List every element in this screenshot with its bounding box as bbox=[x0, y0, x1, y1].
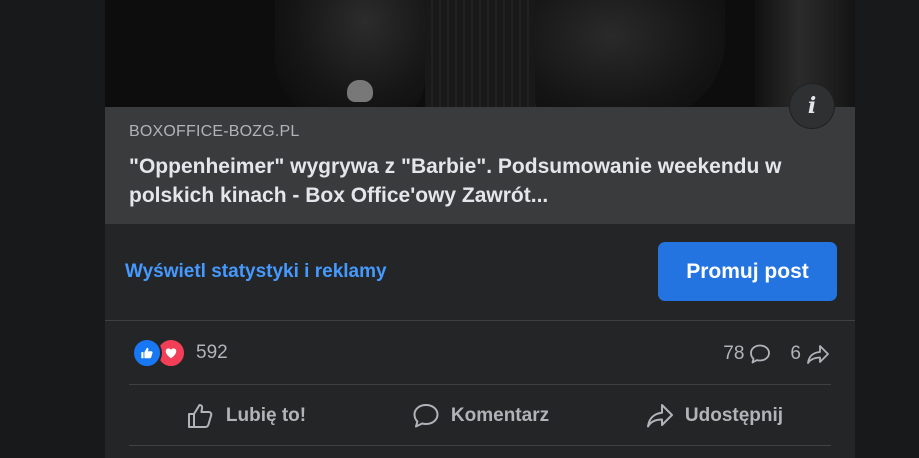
image-vest bbox=[425, 0, 545, 107]
image-hand bbox=[347, 80, 373, 102]
insights-row: Wyświetl statystyki i reklamy Promuj pos… bbox=[105, 224, 855, 320]
post-actions: Lubię to! Komentarz Udostępnij bbox=[129, 390, 831, 442]
comment-icon bbox=[413, 404, 439, 428]
comment-count-icon bbox=[748, 343, 772, 365]
promote-post-button[interactable]: Promuj post bbox=[658, 242, 837, 301]
share-label: Udostępnij bbox=[684, 405, 784, 426]
post-card: BOXOFFICE-BOZG.PL "Oppenheimer" wygrywa … bbox=[105, 0, 855, 458]
share-count-icon bbox=[805, 343, 831, 365]
divider bbox=[105, 320, 855, 321]
comment-label: Komentarz bbox=[450, 405, 550, 426]
post-image[interactable] bbox=[105, 0, 855, 107]
thumbs-up-icon bbox=[187, 404, 213, 428]
divider bbox=[129, 384, 831, 385]
link-headline[interactable]: "Oppenheimer" wygrywa z "Barbie". Podsum… bbox=[129, 152, 789, 210]
share-count[interactable]: 6 bbox=[790, 343, 801, 365]
comment-count[interactable]: 78 bbox=[723, 343, 744, 365]
share-icon bbox=[646, 404, 673, 428]
view-insights-link[interactable]: Wyświetl statystyki i reklamy bbox=[125, 261, 387, 283]
divider bbox=[129, 445, 831, 446]
reactions-summary[interactable]: 592 bbox=[132, 338, 228, 368]
like-button[interactable]: Lubię to! bbox=[129, 390, 363, 442]
like-icon bbox=[132, 338, 162, 368]
link-domain: BOXOFFICE-BOZG.PL bbox=[129, 123, 300, 140]
reaction-count: 592 bbox=[196, 342, 228, 363]
link-preview[interactable]: BOXOFFICE-BOZG.PL "Oppenheimer" wygrywa … bbox=[105, 107, 855, 224]
image-figure-center bbox=[535, 0, 725, 107]
engagement-counts: 78 6 bbox=[723, 340, 831, 368]
comment-button[interactable]: Komentarz bbox=[363, 390, 597, 442]
like-label: Lubię to! bbox=[225, 405, 307, 426]
share-button[interactable]: Udostępnij bbox=[597, 390, 831, 442]
info-icon[interactable]: i bbox=[790, 84, 834, 128]
